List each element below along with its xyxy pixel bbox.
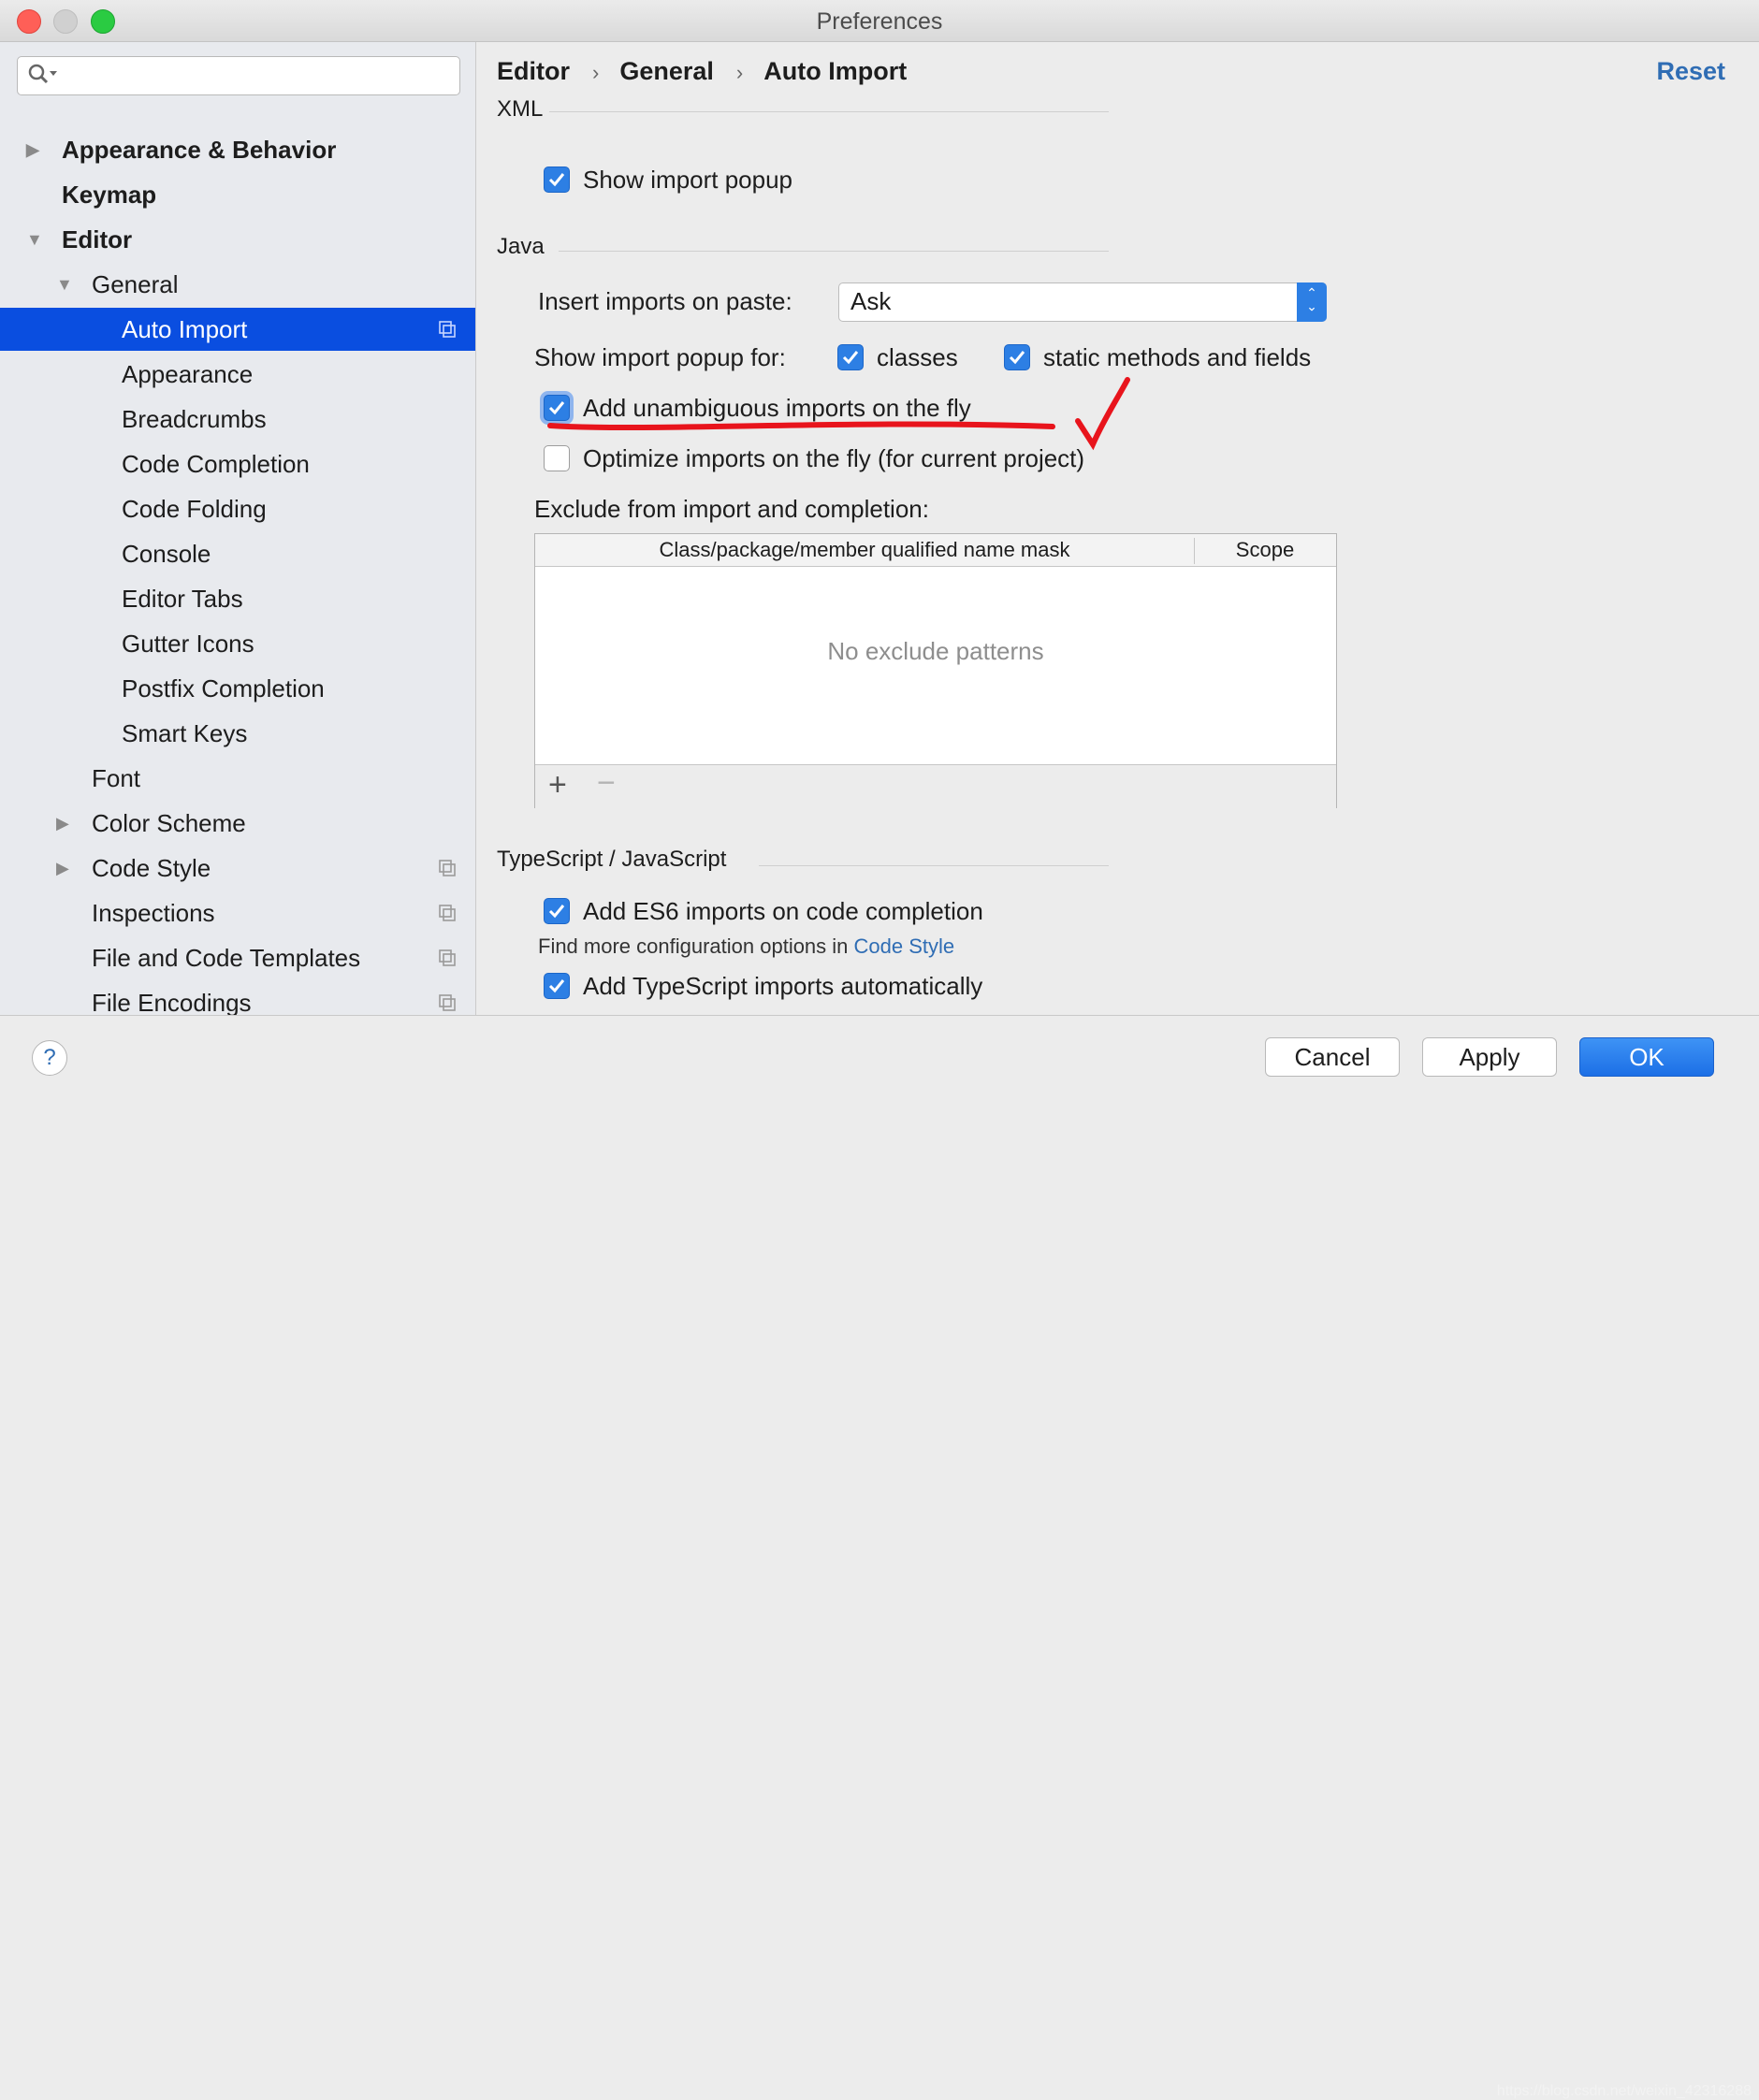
watermark-text: https://blog.csdn.net/weixin_42316288 — [1496, 2083, 1752, 2099]
red-annotation-marks — [547, 377, 1130, 451]
preferences-window: Preferences ▶ Appearance & Behavior Keymap… — [0, 0, 1759, 2099]
